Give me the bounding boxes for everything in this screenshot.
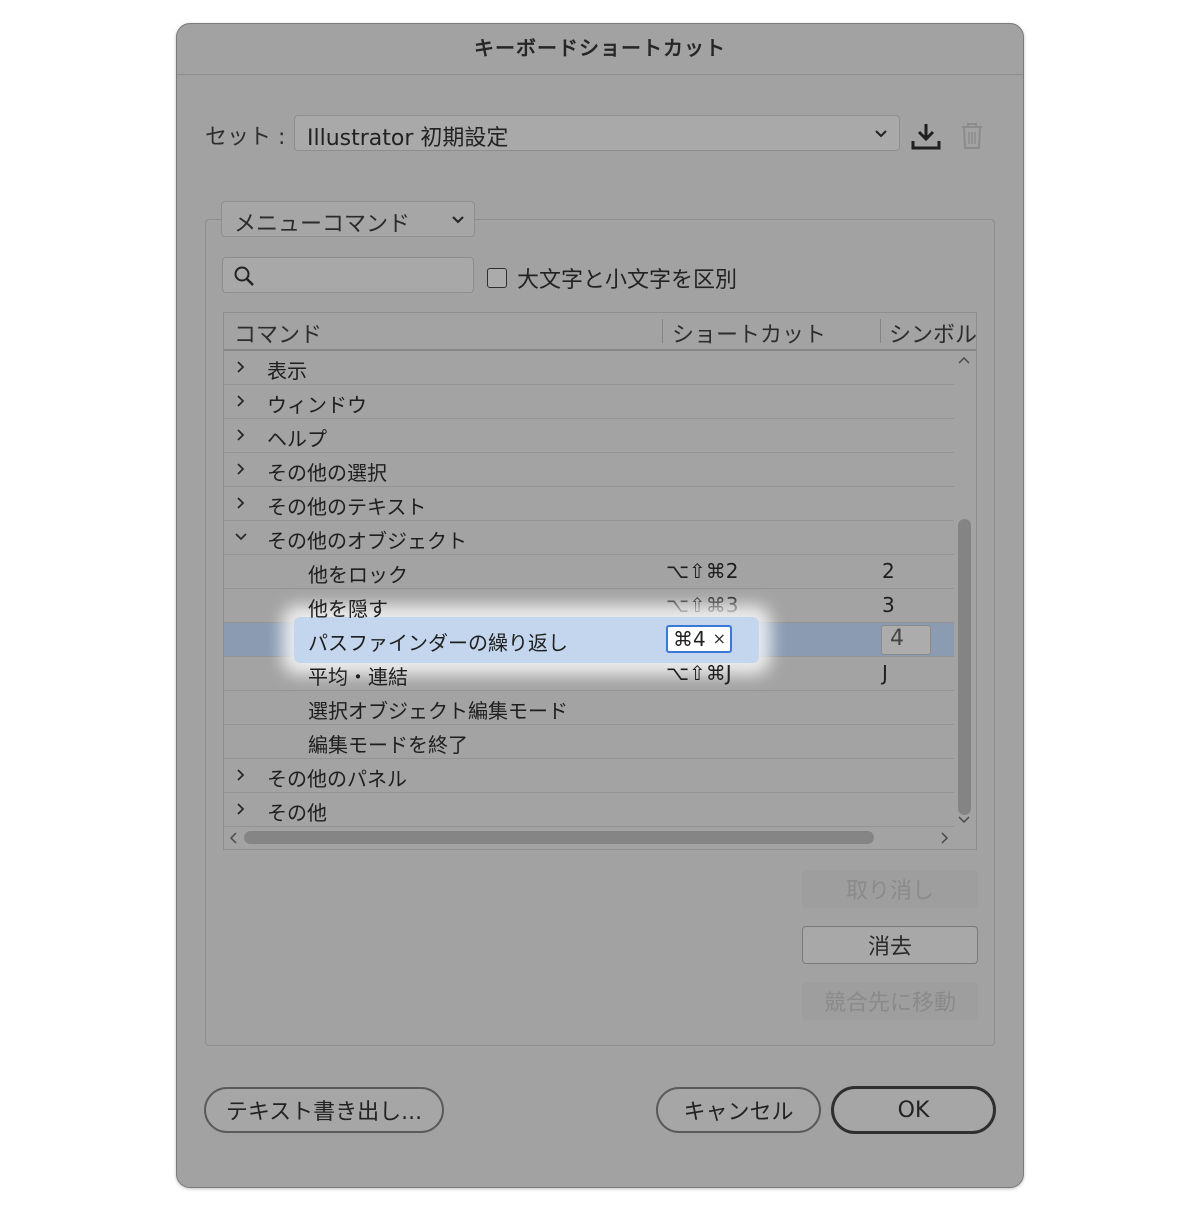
table-row[interactable]: その他の選択 bbox=[224, 453, 954, 487]
command-label: 他をロック bbox=[308, 563, 408, 587]
table-row[interactable]: その他のテキスト bbox=[224, 487, 954, 521]
scroll-right-icon[interactable] bbox=[940, 831, 950, 845]
undo-button[interactable]: 取り消し bbox=[802, 870, 978, 908]
case-sensitive-checkbox[interactable] bbox=[487, 268, 507, 288]
command-label: その他の選択 bbox=[267, 461, 387, 485]
table-row[interactable]: ウィンドウ bbox=[224, 385, 954, 419]
table-row[interactable]: 平均・連結 ⌥⇧⌘J J bbox=[224, 657, 954, 691]
table-row[interactable]: ヘルプ bbox=[224, 419, 954, 453]
column-header-shortcut[interactable]: ショートカット bbox=[672, 317, 826, 349]
symbol-value: 2 bbox=[882, 559, 895, 583]
command-label: ウィンドウ bbox=[267, 393, 367, 417]
disclosure-collapsed-icon[interactable] bbox=[234, 768, 248, 782]
cancel-button[interactable]: キャンセル bbox=[656, 1087, 821, 1133]
search-icon bbox=[234, 266, 254, 286]
dialog-title: キーボードショートカット bbox=[177, 24, 1023, 75]
symbol-edit-field[interactable]: 4 bbox=[881, 625, 931, 655]
horizontal-scrollbar[interactable] bbox=[224, 825, 976, 849]
command-label: ヘルプ bbox=[267, 427, 327, 451]
search-input[interactable] bbox=[222, 257, 474, 293]
scroll-left-icon[interactable] bbox=[228, 831, 238, 845]
shortcut-edit-field[interactable]: ⌘4 × bbox=[666, 625, 732, 653]
scroll-up-icon[interactable] bbox=[957, 355, 971, 365]
command-type-dropdown[interactable]: メニューコマンド bbox=[221, 201, 475, 237]
table-body: 表示ウィンドウヘルプその他の選択その他のテキストその他のオブジェクト他をロック ⌥… bbox=[224, 351, 954, 827]
command-label: 平均・連結 bbox=[308, 665, 408, 689]
vertical-scroll-thumb[interactable] bbox=[958, 519, 971, 815]
command-label: その他 bbox=[267, 801, 327, 825]
set-dropdown-value: Illustrator 初期設定 bbox=[307, 126, 509, 151]
export-text-button[interactable]: テキスト書き出し... bbox=[204, 1087, 444, 1133]
table-row[interactable]: 編集モードを終了 bbox=[224, 725, 954, 759]
command-label: その他のパネル bbox=[267, 767, 407, 791]
horizontal-scroll-thumb[interactable] bbox=[244, 831, 874, 844]
table-row[interactable]: 他をロック ⌥⇧⌘2 2 bbox=[224, 555, 954, 589]
command-label: その他のテキスト bbox=[267, 495, 427, 519]
save-set-button[interactable] bbox=[909, 119, 943, 153]
shortcut-value: ⌥⇧⌘J bbox=[666, 661, 732, 685]
clear-shortcut-icon[interactable]: × bbox=[713, 629, 726, 648]
vertical-scrollbar[interactable] bbox=[954, 351, 974, 825]
chevron-down-icon bbox=[452, 216, 464, 224]
symbol-value: J bbox=[882, 661, 888, 685]
case-sensitive-option[interactable]: 大文字と小文字を区別 bbox=[487, 262, 737, 294]
command-label: 選択オブジェクト編集モード bbox=[308, 699, 568, 723]
column-divider[interactable] bbox=[662, 319, 663, 343]
table-row[interactable]: その他のパネル bbox=[224, 759, 954, 793]
command-label: その他のオブジェクト bbox=[267, 529, 467, 553]
download-icon bbox=[911, 124, 941, 150]
table-row[interactable]: その他のオブジェクト bbox=[224, 521, 954, 555]
disclosure-collapsed-icon[interactable] bbox=[234, 394, 248, 408]
set-label: セット : bbox=[205, 125, 286, 150]
table-row[interactable]: パスファインダーの繰り返し ⌘4 × 4 bbox=[224, 617, 954, 663]
command-label: パスファインダーの繰り返し bbox=[308, 631, 568, 655]
ok-button[interactable]: OK bbox=[831, 1086, 996, 1134]
command-type-value: メニューコマンド bbox=[234, 212, 411, 237]
trash-icon bbox=[962, 123, 982, 149]
table-row[interactable]: その他 bbox=[224, 793, 954, 827]
shortcut-value: ⌘4 bbox=[673, 627, 706, 651]
command-label: 表示 bbox=[267, 359, 307, 383]
command-label: 他を隠す bbox=[308, 597, 388, 621]
disclosure-collapsed-icon[interactable] bbox=[234, 802, 248, 816]
delete-set-button[interactable] bbox=[955, 119, 989, 153]
chevron-down-icon bbox=[875, 130, 887, 138]
command-label: 編集モードを終了 bbox=[308, 733, 468, 757]
disclosure-collapsed-icon[interactable] bbox=[234, 428, 248, 442]
table-header: コマンド ショートカット シンボル bbox=[224, 313, 976, 351]
set-dropdown[interactable]: Illustrator 初期設定 bbox=[294, 115, 900, 151]
case-sensitive-label: 大文字と小文字を区別 bbox=[517, 268, 738, 293]
disclosure-collapsed-icon[interactable] bbox=[234, 496, 248, 510]
symbol-value: 3 bbox=[882, 593, 895, 617]
go-to-conflict-button[interactable]: 競合先に移動 bbox=[802, 982, 978, 1020]
disclosure-collapsed-icon[interactable] bbox=[234, 360, 248, 374]
disclosure-expanded-icon[interactable] bbox=[234, 530, 248, 544]
disclosure-collapsed-icon[interactable] bbox=[234, 462, 248, 476]
column-header-command[interactable]: コマンド bbox=[234, 317, 322, 349]
table-row[interactable]: 表示 bbox=[224, 351, 954, 385]
symbol-value: 4 bbox=[890, 626, 904, 651]
shortcut-value: ⌥⇧⌘3 bbox=[666, 593, 739, 617]
column-divider[interactable] bbox=[880, 319, 881, 343]
shortcut-table: コマンド ショートカット シンボル 表示ウィンドウヘルプその他の選択その他のテキ… bbox=[223, 312, 977, 850]
table-row[interactable]: 選択オブジェクト編集モード bbox=[224, 691, 954, 725]
scroll-down-icon[interactable] bbox=[957, 815, 971, 825]
column-header-symbol[interactable]: シンボル bbox=[889, 317, 976, 349]
keyboard-shortcuts-dialog: キーボードショートカット セット : Illustrator 初期設定 メニュー… bbox=[176, 23, 1024, 1188]
shortcut-value: ⌥⇧⌘2 bbox=[666, 559, 739, 583]
clear-button[interactable]: 消去 bbox=[802, 926, 978, 964]
